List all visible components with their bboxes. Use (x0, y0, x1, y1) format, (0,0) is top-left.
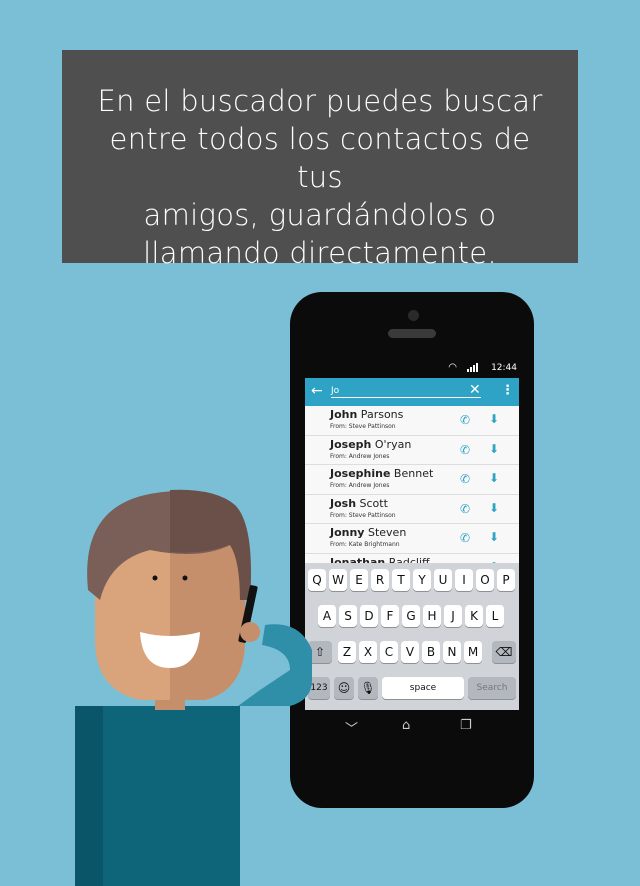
person-arm (238, 624, 312, 706)
